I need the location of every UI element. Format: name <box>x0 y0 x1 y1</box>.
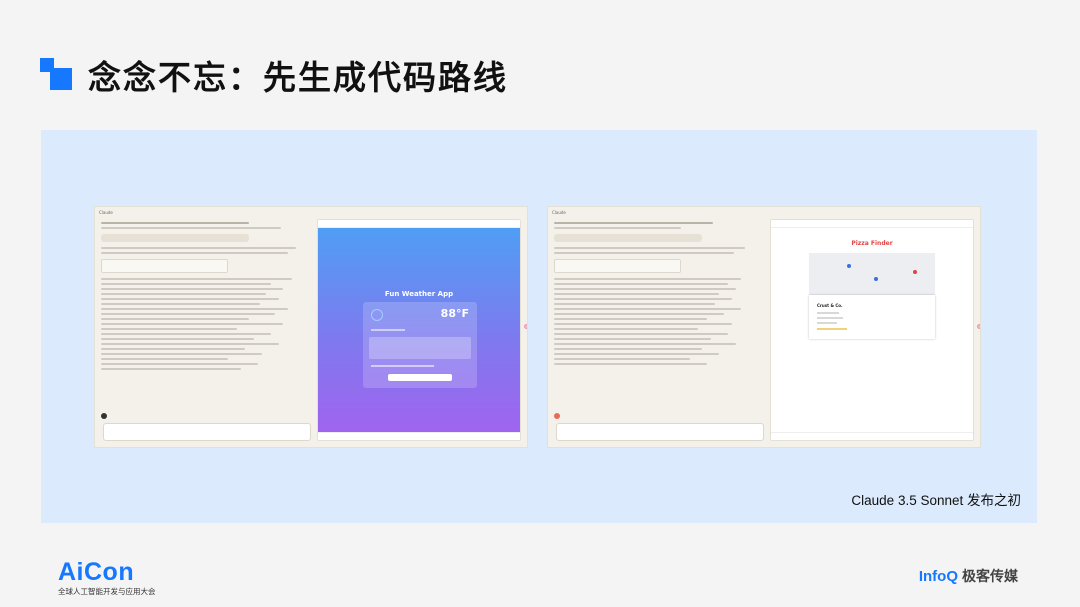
change-weather-button[interactable] <box>388 374 452 381</box>
chat-input[interactable] <box>103 423 311 441</box>
chat-column <box>101 219 313 441</box>
restaurant-card[interactable]: Crust & Co. <box>809 295 935 339</box>
map-pin-icon[interactable] <box>874 277 878 281</box>
temperature: 88°F <box>440 307 469 320</box>
preview-footer <box>771 432 973 440</box>
footer: AiCon 全球人工智能开发与应用大会 InfoQ 极客传媒 <box>0 548 1080 607</box>
resize-handle[interactable] <box>524 324 527 329</box>
aicon-subtitle: 全球人工智能开发与应用大会 <box>58 587 156 596</box>
brand-squares-icon <box>40 58 74 92</box>
slide-header: 念念不忘：先生成代码路线 <box>40 48 508 102</box>
user-message <box>101 234 250 242</box>
map-pin-icon[interactable] <box>847 264 851 268</box>
avatar[interactable] <box>554 413 560 419</box>
weather-app-screenshot: Claude Fun Weather App 88°F <box>94 206 528 448</box>
user-message <box>554 234 703 242</box>
app-label: Claude <box>99 209 113 215</box>
pizza-finder-screenshot: Claude Pizza Finder Crust & Co. <box>547 206 981 448</box>
slide-title: 念念不忘：先生成代码路线 <box>88 58 508 97</box>
artifact-card <box>554 259 682 273</box>
artifact-preview: Pizza Finder Crust & Co. <box>770 219 974 441</box>
weather-details <box>369 337 471 359</box>
weather-app-title: Fun Weather App <box>384 290 454 298</box>
artifact-card <box>101 259 229 273</box>
screenshot-topbar: Claude <box>548 207 980 217</box>
artifact-preview: Fun Weather App 88°F <box>317 219 521 441</box>
map-pin-icon[interactable] <box>913 270 917 274</box>
resize-handle[interactable] <box>977 324 980 329</box>
chat-column <box>554 219 766 441</box>
screenshot-topbar: Claude <box>95 207 527 217</box>
infoq-brand: InfoQ 极客传媒 <box>919 566 1018 586</box>
preview-header <box>771 220 973 228</box>
app-label: Claude <box>552 209 566 215</box>
screenshot-panel: Claude Fun Weather App 88°F Claude Pizza… <box>41 130 1037 523</box>
preview-footer <box>318 432 520 440</box>
map[interactable] <box>809 253 935 295</box>
caption: Claude 3.5 Sonnet 发布之初 <box>851 493 1021 508</box>
restaurant-name: Crust & Co. <box>817 303 843 308</box>
pizza-finder-title: Pizza Finder <box>851 240 893 247</box>
weather-card: 88°F <box>363 302 477 388</box>
chat-input[interactable] <box>556 423 764 441</box>
preview-header <box>318 220 520 228</box>
infoq-subtitle: 极客传媒 <box>962 569 1018 585</box>
sun-icon <box>371 309 383 321</box>
aicon-logo: AiCon <box>58 558 135 586</box>
avatar[interactable] <box>101 413 107 419</box>
infoq-logo: InfoQ <box>918 567 958 585</box>
